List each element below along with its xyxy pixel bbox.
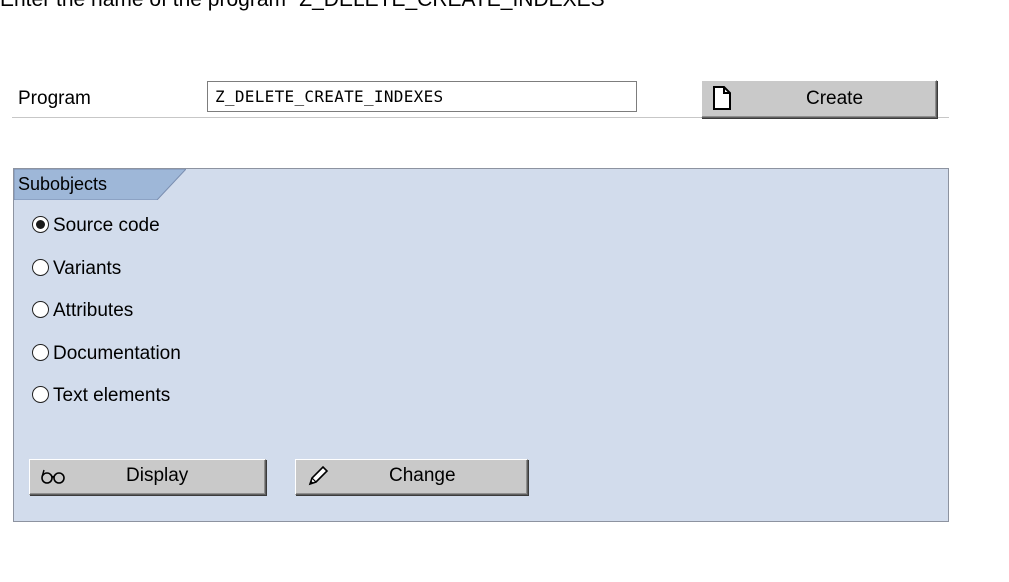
create-button[interactable]: Create [701, 80, 937, 118]
radio-attributes[interactable]: Attributes [32, 300, 133, 322]
radio-button-icon[interactable] [32, 215, 49, 233]
instruction-caption: Enter the name of the program "Z_DELETE_… [0, 0, 612, 12]
change-button-label: Change [389, 465, 456, 486]
radio-label: Documentation [53, 343, 181, 364]
radio-label: Attributes [53, 300, 134, 321]
radio-label: Source code [53, 215, 160, 236]
subobjects-title: Subobjects [18, 174, 108, 194]
radio-button-icon[interactable] [32, 385, 49, 403]
program-input[interactable]: Z_DELETE_CREATE_INDEXES [207, 81, 637, 112]
new-document-icon [712, 85, 732, 117]
display-button-label: Display [126, 465, 189, 486]
pencil-icon [306, 464, 330, 494]
radio-button-icon[interactable] [32, 258, 49, 276]
radio-button-icon[interactable] [32, 343, 49, 361]
radio-button-icon[interactable] [32, 300, 49, 318]
radio-source-code[interactable]: Source code [32, 215, 160, 237]
change-button[interactable]: Change [295, 459, 528, 495]
radio-text-elements[interactable]: Text elements [32, 385, 170, 407]
radio-label: Variants [53, 258, 122, 279]
radio-variants[interactable]: Variants [32, 258, 121, 280]
create-button-label: Create [806, 88, 864, 109]
glasses-icon [40, 464, 66, 494]
display-button[interactable]: Display [29, 459, 266, 495]
radio-documentation[interactable]: Documentation [32, 343, 181, 365]
radio-label: Text elements [53, 385, 171, 406]
program-label: Program [18, 88, 91, 109]
